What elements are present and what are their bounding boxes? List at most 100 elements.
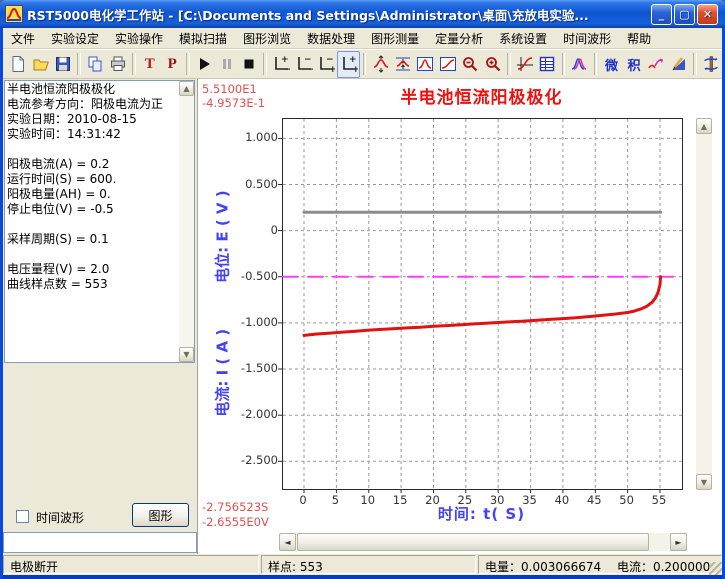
new-file-button[interactable]	[7, 51, 29, 78]
minimize-button[interactable]: _	[651, 4, 672, 25]
menu-item-实验操作[interactable]: 实验操作	[107, 28, 171, 49]
chart-scroll-left-icon[interactable]: ◄	[279, 533, 296, 551]
toolbar-separator	[186, 53, 190, 75]
open-file-icon	[32, 55, 50, 73]
compress-vertical-icon	[394, 55, 412, 73]
menu-item-模拟扫描[interactable]: 模拟扫描	[171, 28, 235, 49]
save-file-icon	[54, 55, 72, 73]
differentiate-button[interactable]: 微	[600, 51, 622, 78]
toolbar-separator	[594, 53, 598, 75]
axis-minus-minus-button[interactable]: −−	[292, 51, 314, 78]
menu-item-图形测量[interactable]: 图形测量	[363, 28, 427, 49]
text-t-button[interactable]: T	[139, 51, 161, 78]
window-title: RST5000电化学工作站 - [C:\Documents and Settin…	[27, 5, 651, 24]
chart-horizontal-scrollbar[interactable]: ◄ ►	[279, 533, 687, 551]
axis-plus-minus-icon: +−	[272, 55, 290, 73]
rotate-3d-button[interactable]	[700, 51, 722, 78]
time-waveform-checkbox[interactable]	[16, 510, 29, 523]
chart-scroll-down-icon[interactable]: ▼	[696, 474, 712, 490]
menu-item-数据处理[interactable]: 数据处理	[299, 28, 363, 49]
menu-item-文件[interactable]: 文件	[3, 28, 43, 49]
text-p-icon: P	[168, 56, 177, 73]
y-tick-label: 0	[232, 223, 278, 237]
close-button[interactable]: ✕	[697, 4, 718, 25]
axis-minus-plus-icon: −+	[317, 55, 335, 73]
save-file-button[interactable]	[52, 51, 74, 78]
electrode-status: 电极断开	[3, 555, 259, 574]
chart-vertical-scrollbar[interactable]: ▲ ▼	[696, 118, 712, 490]
menu-item-图形浏览[interactable]: 图形浏览	[235, 28, 299, 49]
print-button[interactable]	[106, 51, 128, 78]
data-table-button[interactable]	[536, 51, 558, 78]
svg-text:+: +	[281, 55, 289, 65]
axis-plus-plus-button[interactable]: ++	[337, 51, 359, 78]
svg-text:−: −	[326, 55, 334, 65]
pause-button[interactable]	[215, 51, 237, 78]
command-input[interactable]	[3, 532, 197, 553]
menu-item-时间波形[interactable]: 时间波形	[555, 28, 619, 49]
svg-text:+: +	[349, 55, 357, 65]
menu-bar: 文件实验设定实验操作模拟扫描图形浏览数据处理图形测量定量分析系统设置时间波形帮助	[3, 28, 722, 49]
view-full-curve-icon	[416, 55, 434, 73]
menu-item-系统设置[interactable]: 系统设置	[491, 28, 555, 49]
open-file-button[interactable]	[29, 51, 51, 78]
toolbar-separator	[562, 53, 566, 75]
info-scrollbar[interactable]: ▲ ▼	[179, 81, 194, 362]
compress-vertical-button[interactable]	[392, 51, 414, 78]
integrate-button[interactable]: 积	[623, 51, 645, 78]
run-button[interactable]	[193, 51, 215, 78]
baseline-curve-button[interactable]	[514, 51, 536, 78]
menu-item-实验设定[interactable]: 实验设定	[43, 28, 107, 49]
zoom-out-button[interactable]	[459, 51, 481, 78]
scroll-down-icon[interactable]: ▼	[179, 347, 194, 362]
waveform-controls: 时间波形 图形	[3, 501, 197, 531]
copy-button[interactable]	[84, 51, 106, 78]
chart-panel: 5.5100E1 -4.9573E-1 半电池恒流阳极极化 电流: I ( A …	[197, 79, 722, 554]
axis-minus-plus-button[interactable]: −+	[315, 51, 337, 78]
resize-grip[interactable]	[709, 562, 722, 575]
chart-scroll-up-icon[interactable]: ▲	[696, 118, 712, 134]
svg-text:+: +	[329, 65, 335, 73]
expand-vertical-button[interactable]	[369, 51, 391, 78]
chart-hscroll-thumb[interactable]	[297, 533, 649, 551]
graph-button[interactable]: 图形	[132, 503, 189, 527]
copy-icon	[86, 55, 104, 73]
y-tick-label: -1.000	[232, 315, 278, 329]
view-half-curve-button[interactable]	[437, 51, 459, 78]
axis-minus-minus-icon: −−	[295, 55, 313, 73]
scroll-up-icon[interactable]: ▲	[179, 81, 194, 96]
menu-item-帮助[interactable]: 帮助	[619, 28, 659, 49]
chart-title: 半电池恒流阳极极化	[282, 83, 681, 108]
view-full-curve-button[interactable]	[414, 51, 436, 78]
view-half-curve-icon	[439, 55, 457, 73]
menu-item-定量分析[interactable]: 定量分析	[427, 28, 491, 49]
zoom-out-icon	[461, 55, 479, 73]
text-p-button[interactable]: P	[161, 51, 183, 78]
stop-icon	[240, 55, 258, 73]
smooth-curve-icon	[647, 55, 665, 73]
zoom-in-button[interactable]	[482, 51, 504, 78]
y-axis-current-label: 电流: I ( A )	[212, 328, 233, 416]
overlay-peaks-button[interactable]	[568, 51, 590, 78]
plot-area[interactable]	[282, 118, 683, 490]
sample-count-status: 样点: 553	[261, 555, 476, 574]
smooth-curve-button[interactable]	[645, 51, 667, 78]
cursor-x-readout: 5.5100E1	[202, 82, 257, 96]
chart-scroll-right-icon[interactable]: ►	[670, 533, 687, 551]
y-axis-potential-label: 电位: E ( V )	[212, 190, 233, 282]
app-window: RST5000电化学工作站 - [C:\Documents and Settin…	[0, 0, 725, 579]
experiment-info-text: 半电池恒流阳极极化 电流参考方向：阳极电流为正 实验日期：2010-08-15 …	[7, 82, 178, 361]
maximize-button[interactable]: ▢	[674, 4, 695, 25]
time-waveform-label: 时间波形	[36, 509, 84, 526]
zoom-in-icon	[484, 55, 502, 73]
toolbar: TP+−−−−+++微积	[3, 49, 722, 79]
annotate-button[interactable]	[668, 51, 690, 78]
axis-plus-plus-icon: ++	[340, 55, 358, 73]
svg-text:−: −	[304, 55, 312, 65]
baseline-curve-icon	[516, 55, 534, 73]
axis-plus-minus-button[interactable]: +−	[270, 51, 292, 78]
stop-button[interactable]	[238, 51, 260, 78]
y-tick-label: 0.500	[232, 177, 278, 191]
expand-vertical-icon	[372, 55, 390, 73]
differentiate-icon: 微	[605, 55, 618, 74]
